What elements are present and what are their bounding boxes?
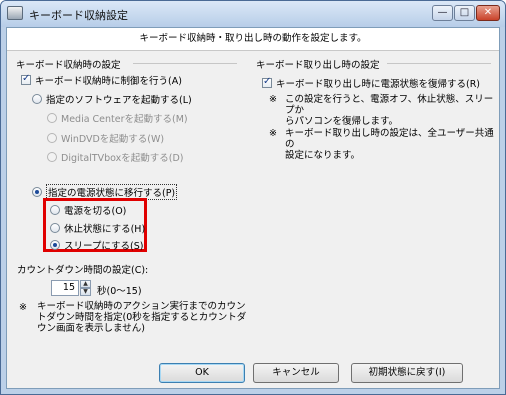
windvd-label: WinDVDを起動する(W): [61, 134, 165, 145]
common-note: キーボード取り出し時の設定は、全ユーザー共通の 設定になります。: [285, 128, 499, 161]
radio-button[interactable]: [32, 94, 42, 104]
restore-note-line: らパソコンを復帰します。: [285, 116, 399, 127]
common-note-line: キーボード取り出し時の設定は、全ユーザー共通の: [285, 128, 494, 150]
countdown-input[interactable]: 15: [51, 280, 79, 296]
keyboard-storage-settings-window: キーボード収納設定 — □ ✕ キーボード収納時・取り出し時の動作を設定します。…: [0, 0, 506, 395]
title-bar[interactable]: キーボード収納設定 — □ ✕: [1, 1, 505, 27]
countdown-note-mark: ※: [19, 302, 27, 313]
keyboard-control-label: キーボード収納時に制御を行う(A): [35, 76, 182, 87]
restore-note-mark: ※: [269, 94, 277, 105]
launch-software-label: 指定のソフトウェアを起動する(L): [46, 95, 192, 106]
restore-power-label: キーボード取り出し時に電源状態を復帰する(R): [276, 79, 481, 90]
power-off-radio[interactable]: 電源を切る(O): [50, 203, 126, 217]
radio-button[interactable]: [50, 223, 60, 233]
reset-button[interactable]: 初期状態に戻す(I): [351, 363, 463, 383]
hibernate-radio[interactable]: 休止状態にする(H): [50, 221, 145, 235]
power-off-label: 電源を切る(O): [64, 206, 127, 217]
sleep-radio[interactable]: スリープにする(S): [50, 238, 143, 252]
minimize-button[interactable]: —: [432, 5, 453, 21]
restore-note: この設定を行うと、電源オフ、休止状態、スリープか らパソコンを復帰します。: [285, 94, 499, 127]
countdown-note-line: キーボード収納時のアクション実行までのカウン: [37, 301, 246, 312]
countdown-note-line: ウン画面を表示しません): [37, 323, 145, 334]
storage-group-divider: [133, 63, 237, 64]
hibernate-label: 休止状態にする(H): [64, 224, 146, 235]
radio-button[interactable]: [50, 240, 60, 250]
restore-note-line: この設定を行うと、電源オフ、休止状態、スリープか: [285, 94, 494, 116]
cancel-button[interactable]: キャンセル: [253, 363, 339, 383]
radio-button[interactable]: [50, 205, 60, 215]
spin-down-button[interactable]: ▼: [80, 288, 91, 296]
sleep-label: スリープにする(S): [64, 241, 144, 252]
media-center-label: Media Centerを起動する(M): [61, 114, 188, 125]
window-title: キーボード収納設定: [29, 9, 128, 22]
checkbox-box[interactable]: [262, 76, 272, 88]
countdown-note-line: トダウン時間を指定(0秒を指定するとカウントダ: [37, 312, 247, 323]
close-button[interactable]: ✕: [476, 5, 500, 21]
digitaltvbox-label: DigitalTVboxを起動する(D): [61, 153, 184, 164]
radio-button[interactable]: [47, 113, 57, 123]
keyboard-control-checkbox[interactable]: キーボード収納時に制御を行う(A): [21, 73, 182, 87]
dialog-body: キーボード収納時・取り出し時の動作を設定します。 キーボード収納時の設定 キーボ…: [6, 27, 500, 389]
spin-up-button[interactable]: ▲: [80, 280, 91, 288]
ok-button[interactable]: OK: [159, 363, 245, 383]
common-note-mark: ※: [269, 128, 277, 139]
digitaltvbox-radio[interactable]: DigitalTVboxを起動する(D): [47, 150, 184, 164]
radio-button[interactable]: [47, 133, 57, 143]
media-center-radio[interactable]: Media Centerを起動する(M): [47, 111, 188, 125]
removal-group-label: キーボード取り出し時の設定: [256, 60, 380, 71]
removal-group-divider: [387, 63, 491, 64]
launch-software-radio[interactable]: 指定のソフトウェアを起動する(L): [32, 92, 192, 106]
radio-button[interactable]: [47, 152, 57, 162]
maximize-button[interactable]: □: [454, 5, 475, 21]
common-note-line: 設定になります。: [285, 150, 361, 161]
storage-group-label: キーボード収納時の設定: [16, 60, 121, 71]
countdown-unit: 秒(0〜15): [97, 286, 142, 297]
restore-power-checkbox[interactable]: キーボード取り出し時に電源状態を復帰する(R): [262, 76, 480, 90]
description-header: キーボード収納時・取り出し時の動作を設定します。: [7, 28, 499, 51]
countdown-label: カウントダウン時間の設定(C):: [17, 265, 149, 276]
app-icon: [7, 6, 23, 20]
radio-button[interactable]: [32, 187, 42, 197]
countdown-note: キーボード収納時のアクション実行までのカウン トダウン時間を指定(0秒を指定する…: [37, 301, 246, 334]
checkbox-box[interactable]: [21, 73, 31, 85]
windvd-radio[interactable]: WinDVDを起動する(W): [47, 131, 164, 145]
